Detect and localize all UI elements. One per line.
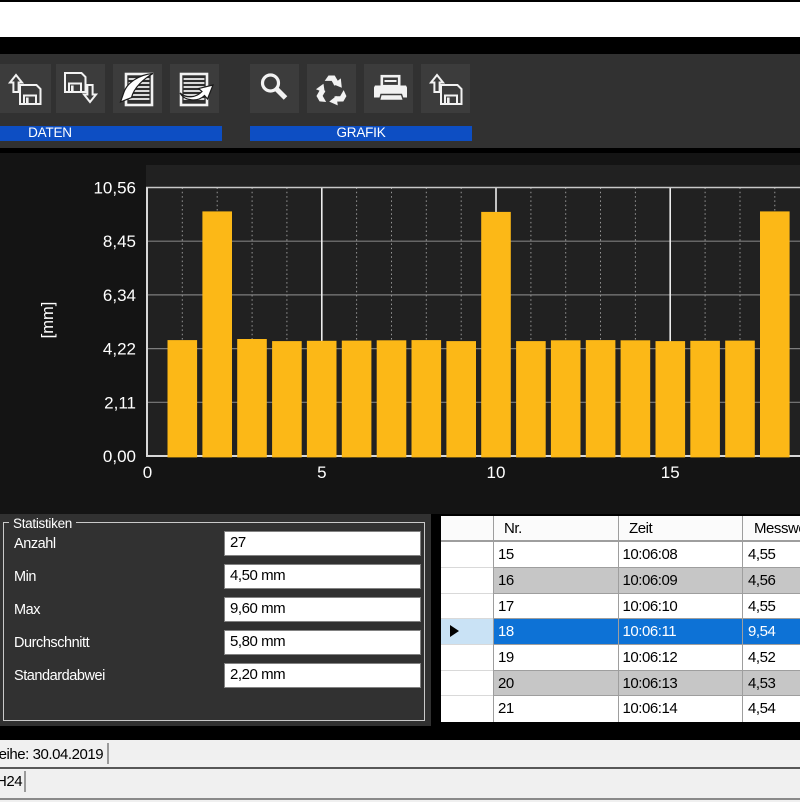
svg-text:8,45: 8,45: [103, 232, 136, 251]
svg-text:10: 10: [487, 463, 506, 482]
svg-text:0: 0: [143, 463, 152, 482]
svg-text:10,56: 10,56: [93, 179, 136, 198]
svg-text:4,22: 4,22: [103, 340, 136, 359]
svg-text:15: 15: [661, 463, 680, 482]
svg-text:2,11: 2,11: [104, 393, 136, 412]
svg-text:0,00: 0,00: [103, 447, 136, 466]
svg-text:5: 5: [317, 463, 326, 482]
svg-text:6,34: 6,34: [103, 286, 136, 305]
svg-text:[mm]: [mm]: [39, 302, 57, 339]
